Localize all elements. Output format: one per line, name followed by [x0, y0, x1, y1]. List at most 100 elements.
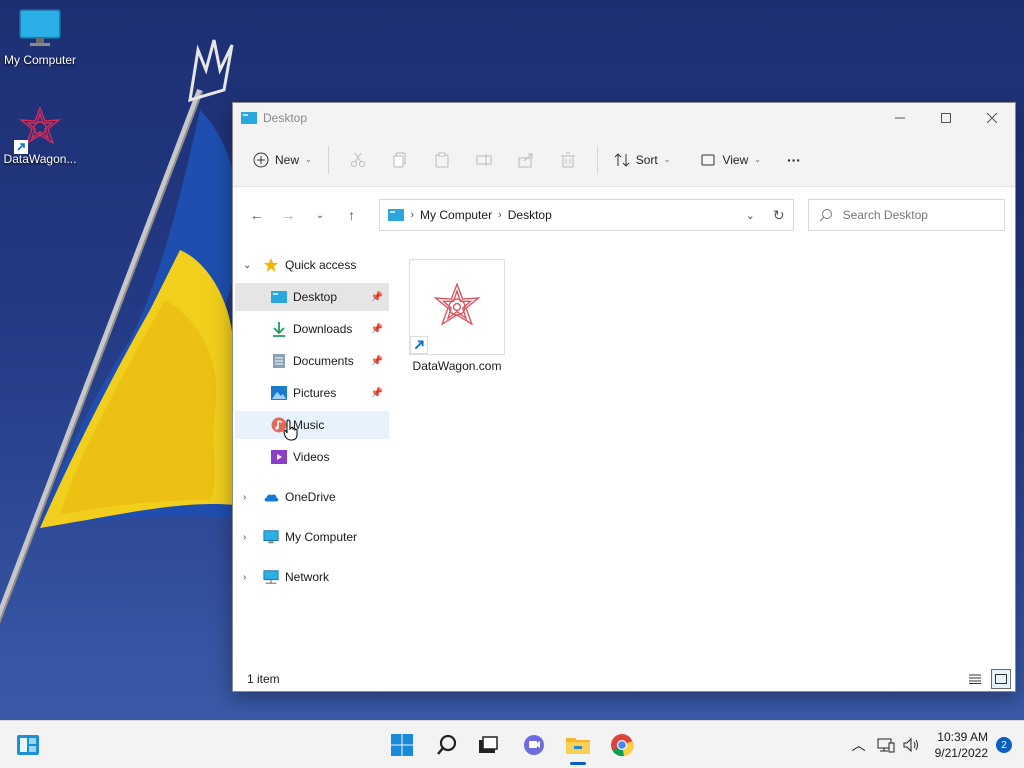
arrow-left-icon: ← [249, 207, 264, 223]
arrow-right-icon: → [281, 207, 296, 223]
view-button[interactable]: View ⌄ [692, 144, 769, 176]
large-icons-view-button[interactable] [991, 669, 1011, 689]
breadcrumb-my-computer[interactable]: My Computer [420, 208, 492, 222]
sidebar-item-downloads[interactable]: Downloads 📌 [235, 315, 389, 343]
view-icon [701, 154, 715, 165]
close-icon [987, 113, 997, 123]
trash-icon [560, 152, 575, 167]
rename-button[interactable] [468, 144, 500, 176]
clipboard-icon [435, 152, 449, 167]
network-icon [877, 738, 895, 753]
recent-locations-button[interactable]: ⌄ [306, 201, 334, 229]
sidebar-item-network[interactable]: › Network [235, 563, 389, 591]
address-bar[interactable]: › My Computer › Desktop ⌄ ↻ [379, 199, 794, 231]
close-button[interactable] [969, 103, 1015, 133]
chevron-down-icon: ⌄ [305, 155, 312, 164]
pin-icon: 📌 [370, 355, 383, 367]
sidebar-item-videos[interactable]: Videos [235, 443, 389, 471]
file-name: DataWagon.com [412, 359, 502, 373]
sidebar-item-label: My Computer [285, 530, 358, 544]
minimize-icon [895, 117, 905, 119]
new-label: New [275, 152, 300, 167]
sidebar-item-music[interactable]: Music [235, 411, 389, 441]
share-button[interactable] [510, 144, 542, 176]
new-button[interactable]: New ⌄ [245, 144, 320, 176]
refresh-icon[interactable]: ↻ [773, 207, 785, 224]
file-item-datawagon[interactable]: DataWagon.com [409, 259, 505, 373]
search-box[interactable]: Search Desktop [807, 199, 1005, 231]
breadcrumb-desktop[interactable]: Desktop [508, 208, 552, 222]
sidebar-item-onedrive[interactable]: › OneDrive [235, 483, 389, 511]
sort-icon [614, 152, 630, 167]
paste-button[interactable] [426, 144, 458, 176]
search-icon [437, 734, 457, 755]
sort-button[interactable]: Sort ⌄ [606, 144, 679, 176]
search-icon [819, 209, 832, 222]
desktop-icon-label: My Computer [3, 53, 77, 67]
chrome-icon [611, 734, 634, 757]
chevron-right-icon: › [410, 209, 415, 221]
desktop-icon-datawagon[interactable]: DataWagon... [0, 106, 80, 166]
cut-button[interactable] [342, 144, 374, 176]
chevron-right-icon: › [243, 571, 247, 583]
onedrive-icon [263, 489, 279, 505]
sidebar-item-quick-access[interactable]: ⌄ Quick access [235, 251, 389, 279]
task-view-icon [479, 736, 498, 753]
widgets-button[interactable] [8, 725, 48, 765]
sidebar-item-label: Desktop [293, 290, 338, 304]
chevron-right-icon: › [243, 491, 247, 503]
clock[interactable]: 10:39 AM 9/21/2022 [935, 729, 988, 761]
details-view-button[interactable] [965, 669, 985, 689]
show-hidden-icons-button[interactable]: ︿ [845, 725, 873, 765]
sidebar-item-my-computer[interactable]: › My Computer [235, 523, 389, 551]
chevron-down-icon: ⌄ [663, 155, 671, 164]
sidebar-item-label: Downloads [293, 322, 353, 336]
windows-icon [391, 734, 413, 756]
address-dropdown-icon[interactable]: ⌄ [746, 209, 755, 222]
navigation-pane: ⌄ Quick access Desktop 📌 Downloads 📌 Doc… [233, 243, 391, 653]
forward-button[interactable]: → [275, 201, 303, 229]
maximize-button[interactable] [923, 103, 969, 133]
scissors-icon [350, 152, 365, 167]
up-button[interactable]: ↑ [338, 201, 366, 229]
sidebar-item-pictures[interactable]: Pictures 📌 [235, 379, 389, 407]
window-title: Desktop [263, 111, 308, 125]
network-status-button[interactable] [873, 725, 899, 765]
minimize-button[interactable] [877, 103, 923, 133]
chrome-button[interactable] [602, 725, 642, 765]
more-options-button[interactable]: ··· [779, 144, 809, 176]
copy-button[interactable] [384, 144, 416, 176]
start-button[interactable] [382, 725, 422, 765]
taskbar: ︿ 10:39 AM 9/21/2022 2 [0, 720, 1024, 768]
chat-button[interactable] [514, 725, 554, 765]
file-thumbnail [409, 259, 505, 355]
arrow-up-icon: ↑ [348, 207, 356, 223]
sidebar-item-desktop[interactable]: Desktop 📌 [235, 283, 389, 311]
pin-icon: 📌 [370, 387, 383, 399]
chevron-down-icon: ⌄ [243, 259, 252, 271]
rename-icon [476, 153, 492, 166]
maximize-icon [941, 113, 951, 123]
task-view-button[interactable] [468, 725, 508, 765]
search-button[interactable] [427, 725, 467, 765]
clock-date: 9/21/2022 [934, 746, 988, 760]
toolbar-separator [327, 145, 329, 174]
status-bar: 1 item [233, 667, 1015, 691]
pin-icon: 📌 [370, 323, 383, 335]
toolbar-separator [596, 145, 598, 174]
delete-button[interactable] [552, 144, 584, 176]
pictures-icon [271, 385, 287, 401]
chat-icon [524, 735, 544, 755]
shortcut-arrow-icon [410, 336, 428, 354]
sidebar-item-documents[interactable]: Documents 📌 [235, 347, 389, 375]
volume-button[interactable] [899, 725, 925, 765]
desktop-icon-my-computer[interactable]: My Computer [0, 8, 80, 67]
back-button[interactable]: ← [243, 201, 271, 229]
command-bar: New ⌄ Sort ⌄ View ⌄ ··· [233, 133, 1015, 187]
notification-badge[interactable]: 2 [996, 737, 1012, 753]
shortcut-arrow-icon [14, 140, 28, 154]
more-label: ··· [786, 151, 801, 168]
copy-icon [393, 152, 406, 167]
file-explorer-taskbar-button[interactable] [558, 725, 598, 765]
title-bar[interactable]: Desktop [233, 103, 1015, 133]
